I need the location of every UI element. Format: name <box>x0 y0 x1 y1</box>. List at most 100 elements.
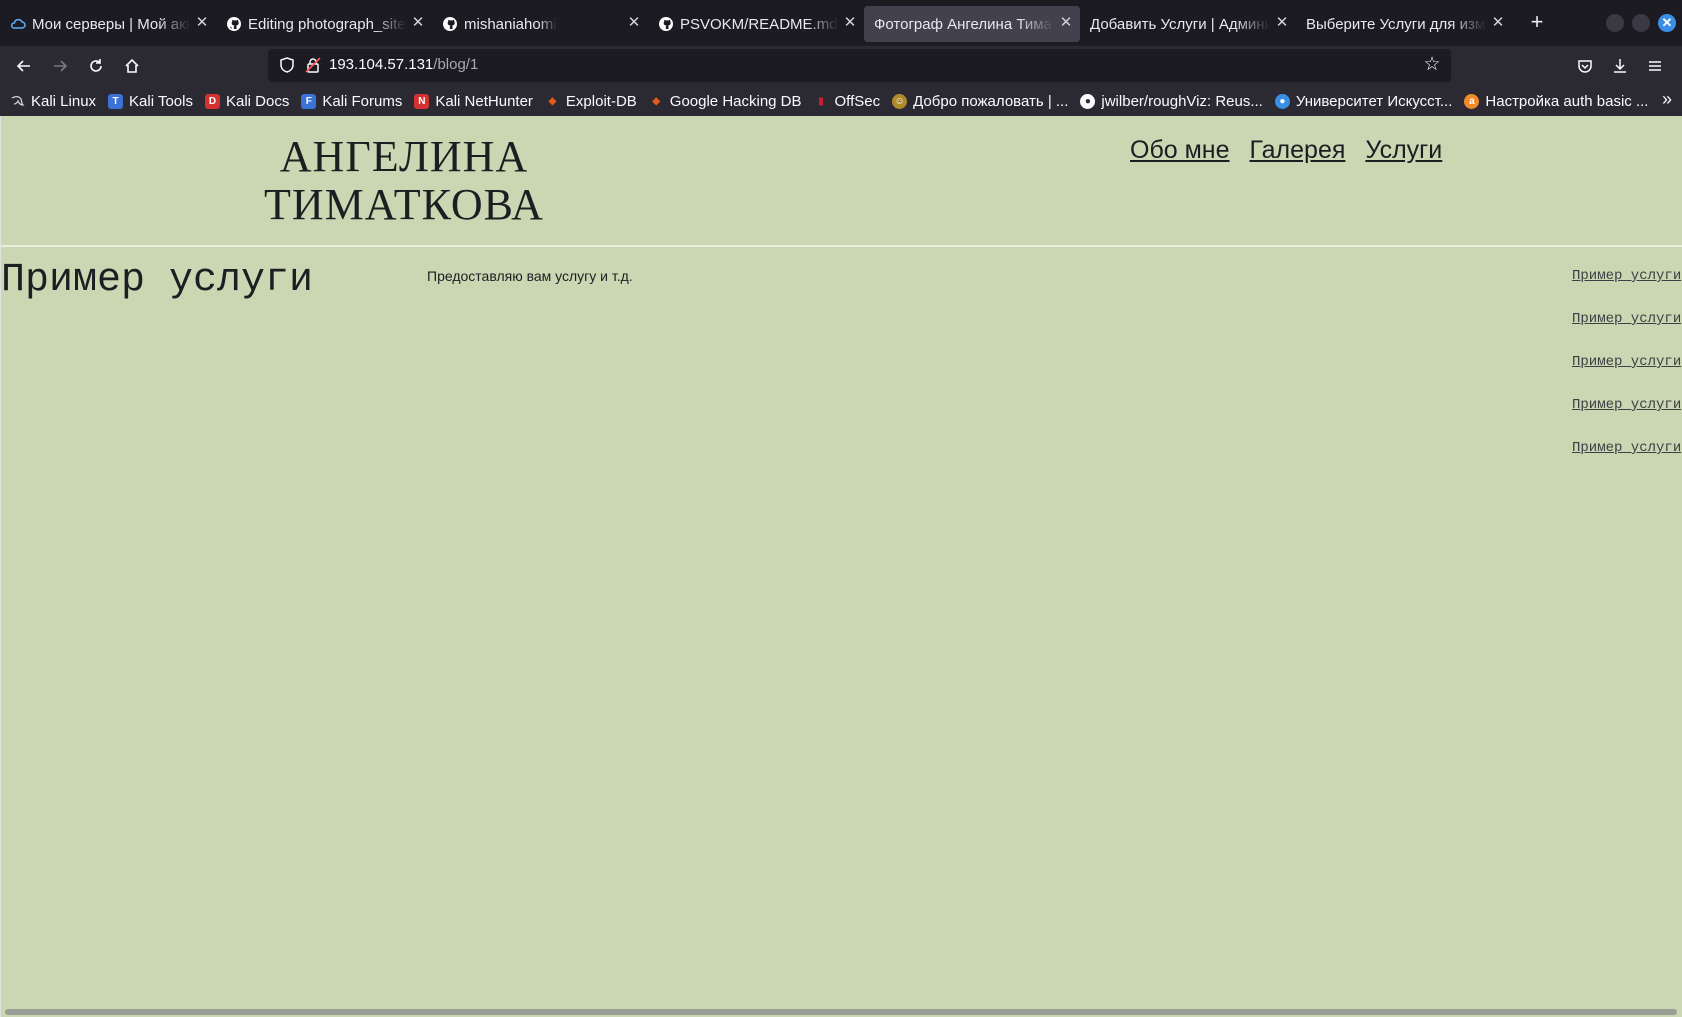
maximize-button[interactable] <box>1632 14 1650 32</box>
sidebar-service-link[interactable]: Пример услуги <box>1572 440 1681 483</box>
nethunter-icon: N <box>414 93 430 109</box>
nav-link-about[interactable]: Обо мне <box>1130 136 1230 165</box>
close-icon[interactable]: ✕ <box>410 15 426 31</box>
offsec-icon: ▮ <box>818 95 824 107</box>
bookmark-item[interactable]: D Kali Docs <box>204 92 290 110</box>
kali-dragon-icon <box>10 94 25 109</box>
tab-title: Editing photograph_site/ <box>248 15 406 33</box>
tab-title: Фотограф Ангелина Тиматкова <box>874 15 1054 33</box>
bookmark-label: Exploit-DB <box>565 92 637 110</box>
page-content: АНГЕЛИНА ТИМАТКОВА Обо мне Галерея Услуг… <box>0 116 1682 1017</box>
cloud-icon <box>10 16 26 32</box>
services-sidebar: Пример услуги Пример услуги Пример услуг… <box>1572 268 1681 483</box>
welcome-icon: ☺ <box>892 93 908 109</box>
bookmark-item[interactable]: a Настройка auth basic ... <box>1464 93 1648 110</box>
close-icon[interactable]: ✕ <box>194 15 210 31</box>
close-icon[interactable]: ✕ <box>842 15 858 31</box>
window-controls: ✕ <box>1606 14 1676 32</box>
site-nav: Обо мне Галерея Услуги <box>1130 136 1442 165</box>
tab-title: PSVOKM/README.md at <box>680 15 838 33</box>
tab-title: Добавить Услуги | Администрирование <box>1090 15 1270 33</box>
github-icon <box>658 16 674 32</box>
bookmark-item[interactable]: Kali Linux <box>10 93 96 110</box>
post-text: Предоставляю вам услугу и т.д. <box>427 268 633 284</box>
tab-title: Мои серверы | Мой аккаунт <box>32 15 190 33</box>
tab[interactable]: mishaniahomi ✕ <box>432 6 648 42</box>
horizontal-scrollbar[interactable] <box>5 1009 1677 1015</box>
tab[interactable]: Добавить Услуги | Администрирование ✕ <box>1080 6 1296 42</box>
address-bar[interactable]: 193.104.57.131/blog/1 ☆ <box>268 49 1451 82</box>
bookmark-item[interactable]: ◆ Google Hacking DB <box>649 92 802 110</box>
nav-link-services[interactable]: Услуги <box>1365 136 1442 165</box>
bookmark-label: OffSec <box>834 92 881 110</box>
bookmark-label: Университет Искусст... <box>1295 92 1453 110</box>
bookmark-item[interactable]: ● Университет Искусст... <box>1274 92 1453 110</box>
chevron-double-right-icon[interactable]: » <box>1662 89 1672 110</box>
bookmark-label: Kali NetHunter <box>435 92 533 110</box>
sidebar-service-link[interactable]: Пример услуги <box>1572 268 1681 311</box>
bookmark-item[interactable]: ▮ OffSec <box>814 92 881 110</box>
kali-docs-icon: D <box>204 93 220 109</box>
tab[interactable]: Выберите Услуги для изменения ✕ <box>1296 6 1512 42</box>
close-icon[interactable]: ✕ <box>1490 15 1506 31</box>
sidebar-service-link[interactable]: Пример услуги <box>1572 397 1681 440</box>
tab[interactable]: Editing photograph_site/ ✕ <box>216 6 432 42</box>
bookmark-label: Google Hacking DB <box>669 92 802 110</box>
pocket-icon[interactable] <box>1572 53 1598 79</box>
bookmark-item[interactable]: ◆ Exploit-DB <box>545 93 637 110</box>
browser-window: Мои серверы | Мой аккаунт ✕ Editing phot… <box>0 0 1682 1017</box>
download-icon[interactable] <box>1607 53 1633 79</box>
close-icon[interactable]: ✕ <box>1274 15 1290 31</box>
site-title-line1: АНГЕЛИНА <box>279 132 529 181</box>
bookmarks-toolbar: Kali Linux T Kali Tools D Kali Docs F Ka… <box>0 86 1682 116</box>
bookmark-label: Kali Tools <box>129 92 193 110</box>
bookmark-item[interactable]: N Kali NetHunter <box>414 93 533 110</box>
bookmark-star-icon[interactable]: ☆ <box>1421 54 1443 76</box>
close-icon[interactable]: ✕ <box>1058 15 1074 31</box>
kali-tools-icon: T <box>108 93 124 109</box>
university-icon: ● <box>1274 93 1290 109</box>
sidebar-service-link[interactable]: Пример услуги <box>1572 311 1681 354</box>
tab-strip: Мои серверы | Мой аккаунт ✕ Editing phot… <box>0 0 1682 46</box>
bookmark-label: Kali Linux <box>31 92 97 110</box>
bookmark-label: Настройка auth basic ... <box>1485 92 1649 110</box>
insecure-lock-icon[interactable] <box>304 56 322 74</box>
tab-title: Выберите Услуги для изменения <box>1306 15 1486 33</box>
bookmark-label: jwilber/roughViz: Reus... <box>1101 92 1263 110</box>
exploit-db-icon: ◆ <box>548 95 557 107</box>
tab-title: mishaniahomi <box>464 15 557 33</box>
shield-icon[interactable] <box>278 56 296 74</box>
home-icon[interactable] <box>118 52 146 80</box>
bookmark-label: Kali Forums <box>322 92 403 110</box>
post-title: Пример услуги <box>1 258 314 303</box>
minimize-button[interactable] <box>1606 14 1624 32</box>
site-title-line2: ТИМАТКОВА <box>264 180 544 229</box>
menu-icon[interactable] <box>1642 53 1668 79</box>
tab-active[interactable]: Фотограф Ангелина Тиматкова ✕ <box>864 6 1080 42</box>
bookmark-item[interactable]: F Kali Forums <box>301 93 402 110</box>
bookmark-item[interactable]: ● jwilber/roughViz: Reus... <box>1080 92 1263 110</box>
url-host: 193.104.57.131 <box>329 56 434 73</box>
forward-arrow-icon[interactable] <box>46 52 74 80</box>
site-title[interactable]: АНГЕЛИНА ТИМАТКОВА <box>259 133 549 229</box>
site-header: АНГЕЛИНА ТИМАТКОВА Обо мне Галерея Услуг… <box>1 116 1682 247</box>
kali-forums-icon: F <box>301 93 317 109</box>
url-path: /blog/1 <box>433 56 479 73</box>
github-icon <box>442 16 458 32</box>
nav-link-gallery[interactable]: Галерея <box>1250 136 1346 165</box>
ghdb-icon: ◆ <box>652 95 661 107</box>
github-icon: ● <box>1080 93 1096 109</box>
auth-icon: a <box>1464 93 1480 109</box>
sidebar-service-link[interactable]: Пример услуги <box>1572 354 1681 397</box>
tab[interactable]: PSVOKM/README.md at ✕ <box>648 6 864 42</box>
bookmark-item[interactable]: ☺ Добро пожаловать | ... <box>892 93 1068 110</box>
close-icon[interactable]: ✕ <box>626 15 642 31</box>
new-tab-button[interactable]: + <box>1522 8 1552 38</box>
back-arrow-icon[interactable] <box>10 52 38 80</box>
window-close-button[interactable]: ✕ <box>1658 14 1676 32</box>
bookmark-label: Kali Docs <box>225 92 290 110</box>
bookmark-item[interactable]: T Kali Tools <box>108 93 193 110</box>
reload-icon[interactable] <box>82 52 110 80</box>
tab[interactable]: Мои серверы | Мой аккаунт ✕ <box>0 6 216 42</box>
url-text: 193.104.57.131/blog/1 <box>329 56 478 73</box>
